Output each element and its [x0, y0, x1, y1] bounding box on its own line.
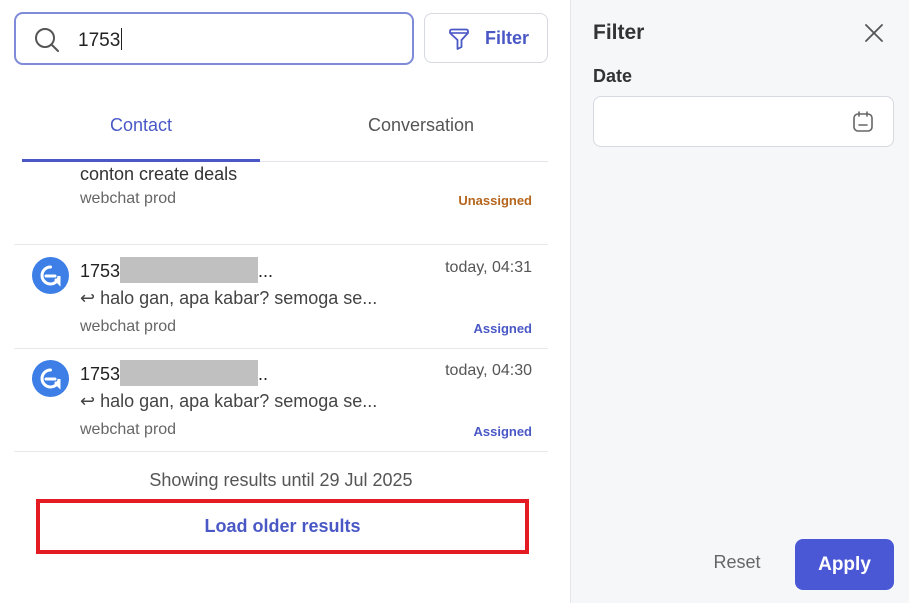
- app-root: 1753 Filter Contact Conversation conton …: [0, 0, 909, 603]
- tab-conversation[interactable]: Conversation: [302, 100, 540, 162]
- result-tabs: Contact Conversation: [22, 100, 548, 162]
- avatar: [32, 360, 69, 397]
- search-icon: [35, 28, 59, 52]
- status-badge: Unassigned: [458, 193, 532, 208]
- list-item[interactable]: 1753... today, 04:31 ↩ halo gan, apa kab…: [14, 245, 548, 349]
- status-badge: Assigned: [473, 424, 532, 439]
- avatar: [32, 257, 69, 294]
- results-list: conton create deals webchat prod Unassig…: [14, 162, 548, 452]
- filter-button[interactable]: Filter: [424, 13, 548, 63]
- load-older-results-button[interactable]: Load older results: [40, 503, 525, 550]
- search-input[interactable]: 1753: [14, 12, 414, 65]
- reset-button[interactable]: Reset: [701, 552, 773, 578]
- funnel-icon: [449, 28, 469, 50]
- filter-panel-title: Filter: [593, 21, 645, 44]
- results-range-text: Showing results until 29 Jul 2025: [149, 470, 413, 490]
- contact-name: 1753..: [80, 360, 268, 386]
- close-icon[interactable]: [863, 22, 885, 44]
- last-message: ↩ halo gan, apa kabar? semoga se...: [80, 391, 378, 411]
- webchat-logo-icon: [40, 265, 61, 287]
- list-item[interactable]: conton create deals webchat prod Unassig…: [14, 162, 548, 245]
- inbox-name: webchat prod: [80, 318, 177, 335]
- filter-button-label: Filter: [485, 28, 530, 48]
- filter-panel: Filter Date Reset Apply: [570, 0, 909, 603]
- calendar-icon[interactable]: [851, 110, 875, 134]
- list-item[interactable]: 1753.. today, 04:30 ↩ halo gan, apa kaba…: [14, 348, 548, 452]
- date-field[interactable]: [593, 96, 894, 147]
- search-results-pane: 1753 Filter Contact Conversation conton …: [0, 0, 570, 603]
- redacted-block: [120, 360, 259, 386]
- contact-name: conton create deals: [80, 164, 238, 184]
- search-input-value[interactable]: 1753: [78, 28, 123, 52]
- last-message: ↩ halo gan, apa kabar? semoga se...: [80, 288, 378, 308]
- highlight-box: Load older results: [36, 499, 529, 554]
- tab-contact[interactable]: Contact: [22, 100, 260, 162]
- timestamp: today, 04:31: [445, 259, 532, 276]
- date-label: Date: [593, 66, 633, 86]
- status-badge: Assigned: [473, 321, 532, 336]
- redacted-block: [120, 257, 259, 283]
- contact-name: 1753...: [80, 257, 273, 283]
- apply-button[interactable]: Apply: [795, 539, 894, 590]
- inbox-name: webchat prod: [80, 421, 177, 438]
- inbox-name: webchat prod: [80, 190, 177, 207]
- timestamp: today, 04:30: [445, 362, 532, 379]
- webchat-logo-icon: [40, 368, 61, 390]
